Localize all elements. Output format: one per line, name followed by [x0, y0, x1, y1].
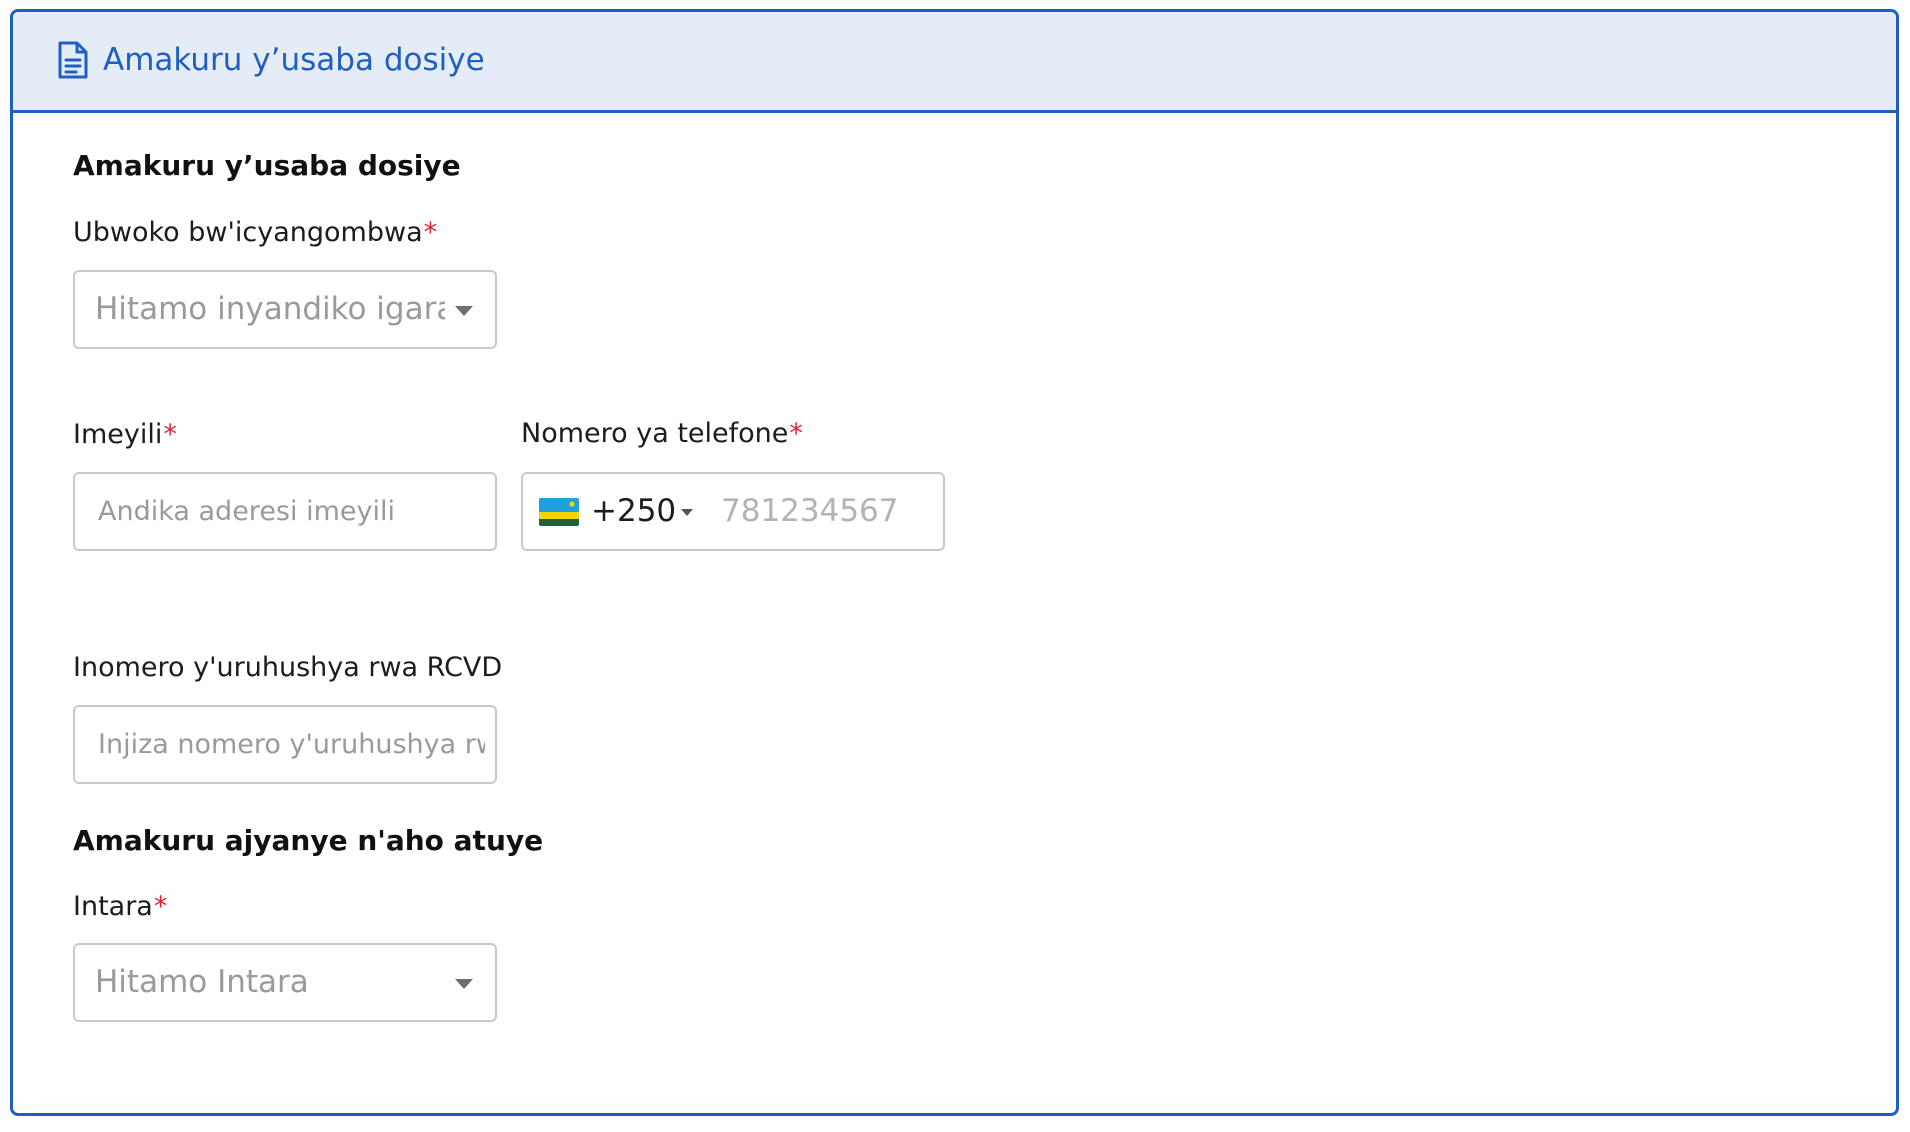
phone-label-text: Nomero ya telefone [521, 418, 789, 449]
province-placeholder: Hitamo Intara [95, 964, 309, 1000]
document-type-label: Ubwoko bw'icyangombwa* [73, 213, 437, 253]
email-field[interactable]: Andika aderesi imeyili [73, 472, 497, 551]
rcvd-number-placeholder: Injiza nomero y'uruhushya rwa RCVD [98, 729, 485, 760]
required-mark: * [423, 217, 438, 248]
panel-title: Amakuru y’usaba dosiye [103, 42, 485, 78]
email-label: Imeyili* [73, 415, 177, 455]
province-label: Intara* [73, 887, 167, 927]
phone-placeholder: 781234567 [721, 493, 899, 529]
panel-header: Amakuru y’usaba dosiye [13, 12, 1896, 113]
rwanda-flag-icon[interactable] [539, 498, 579, 526]
required-mark: * [153, 891, 168, 922]
document-type-placeholder: Hitamo inyandiko igaragaza umwirondoro [95, 291, 445, 327]
rcvd-number-label: Inomero y'uruhushya rwa RCVD [73, 648, 502, 688]
email-placeholder: Andika aderesi imeyili [98, 496, 395, 527]
required-mark: * [163, 419, 177, 450]
rcvd-number-field[interactable]: Injiza nomero y'uruhushya rwa RCVD [73, 705, 497, 784]
chevron-down-icon[interactable] [681, 509, 693, 516]
chevron-down-icon [455, 306, 473, 316]
document-type-select[interactable]: Hitamo inyandiko igaragaza umwirondoro [73, 270, 497, 349]
chevron-down-icon [455, 979, 473, 989]
document-type-label-text: Ubwoko bw'icyangombwa [73, 217, 423, 248]
phone-label: Nomero ya telefone* [521, 414, 803, 454]
phone-field[interactable]: +250 781234567 [521, 472, 945, 551]
province-label-text: Intara [73, 891, 153, 922]
province-select[interactable]: Hitamo Intara [73, 943, 497, 1022]
document-icon [58, 41, 88, 79]
residence-section-title: Amakuru ajyanye n'aho atuye [73, 824, 544, 857]
applicant-info-panel: Amakuru y’usaba dosiye Amakuru y’usaba d… [10, 9, 1899, 1116]
required-mark: * [789, 418, 803, 449]
email-label-text: Imeyili [73, 419, 163, 450]
applicant-section-title: Amakuru y’usaba dosiye [73, 149, 461, 182]
rcvd-number-label-text: Inomero y'uruhushya rwa RCVD [73, 652, 503, 683]
dial-code[interactable]: +250 [591, 474, 676, 549]
